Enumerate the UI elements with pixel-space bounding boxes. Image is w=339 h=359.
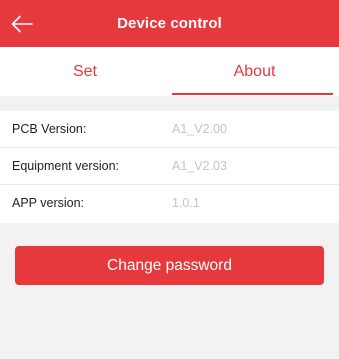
pcb-version-row: PCB Version: A1_V2.00 [0,111,339,148]
device-control-screen: Device control Set About PCB Version: A1… [0,0,339,359]
app-version-label: APP version: [12,196,85,210]
equipment-version-label: Equipment version: [12,159,120,173]
tab-set[interactable]: Set [0,47,170,96]
equipment-version-row: Equipment version: A1_V2.03 [0,148,339,185]
top-bar: Device control [0,0,339,47]
app-version-value: 1.0.1 [172,196,200,210]
tab-about[interactable]: About [170,47,339,96]
change-password-button[interactable]: Change password [15,246,324,285]
app-version-row: APP version: 1.0.1 [0,185,339,223]
pcb-version-value: A1_V2.00 [172,122,227,136]
version-info-list: PCB Version: A1_V2.00 Equipment version:… [0,111,339,223]
page-title: Device control [117,15,222,32]
equipment-version-value: A1_V2.03 [172,159,227,173]
tab-bar: Set About [0,47,339,96]
pcb-version-label: PCB Version: [12,122,87,136]
active-tab-indicator [172,93,333,95]
